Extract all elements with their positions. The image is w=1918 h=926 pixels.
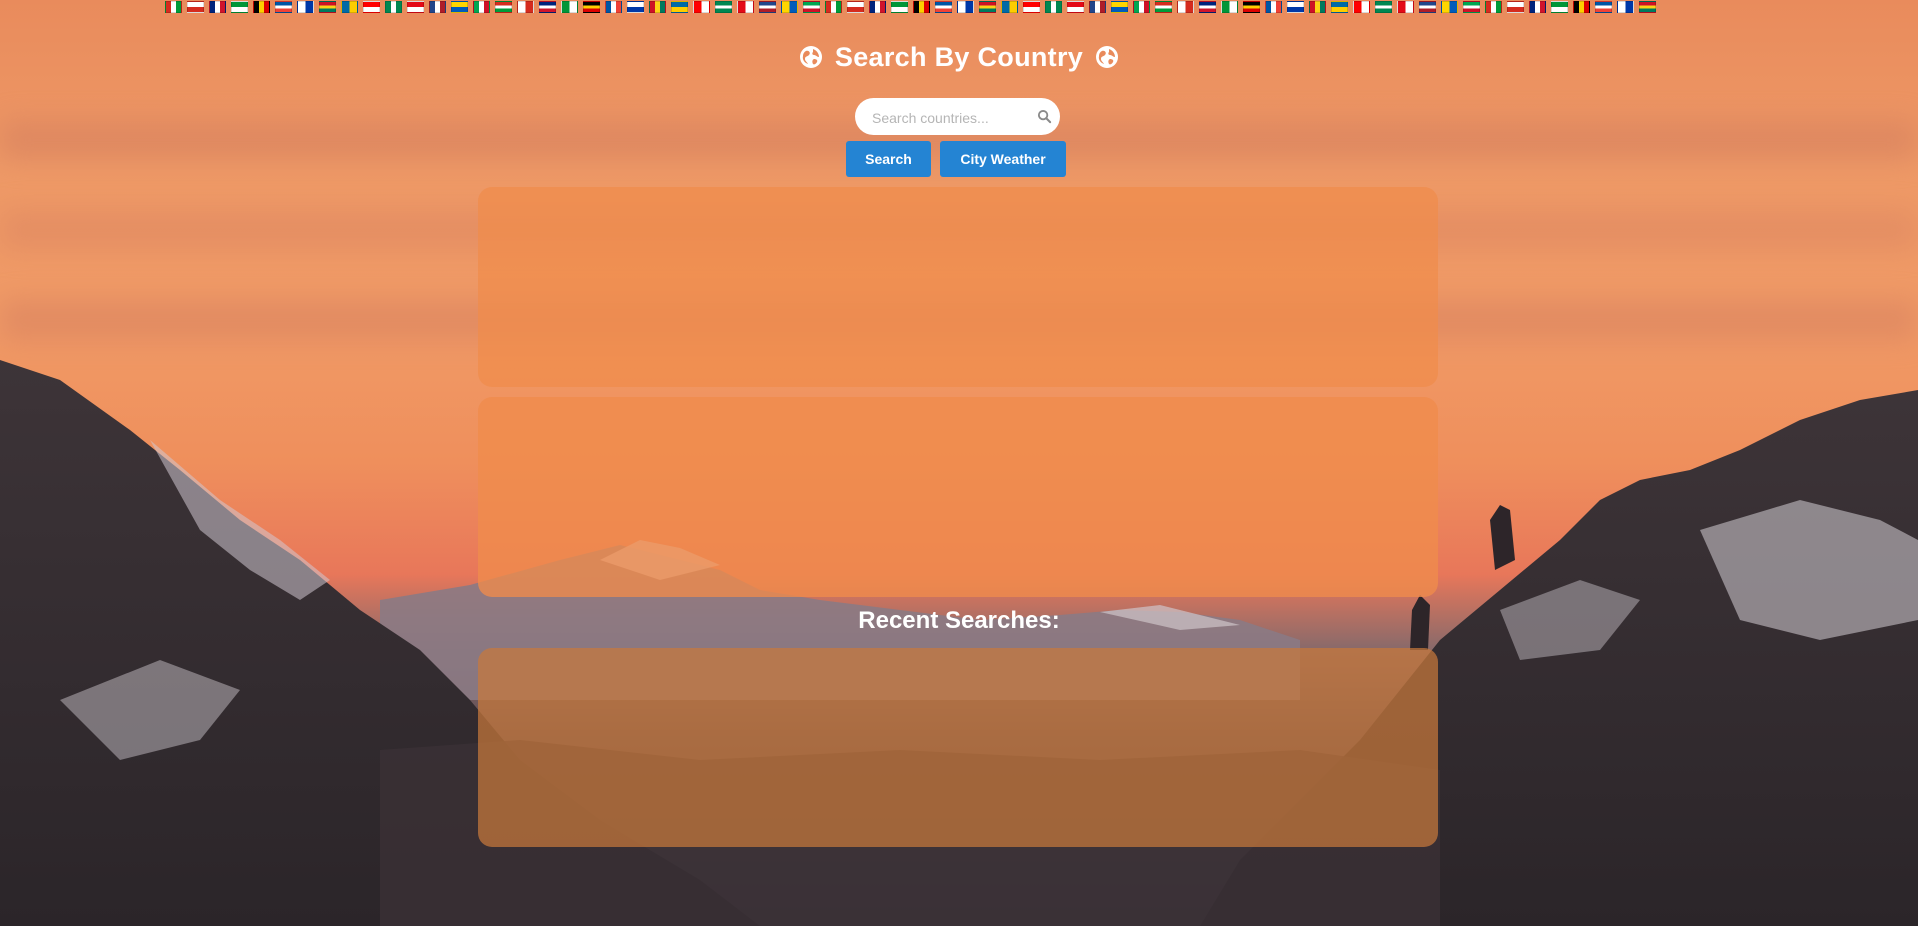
country-flag-icon <box>1133 1 1150 13</box>
country-flag-icon <box>715 1 732 13</box>
search-icon[interactable] <box>1037 109 1052 124</box>
country-flag-icon <box>1441 1 1458 13</box>
country-flag-icon <box>1551 1 1568 13</box>
weather-info-panel <box>478 397 1438 597</box>
country-flag-icon <box>1617 1 1634 13</box>
country-flag-icon <box>297 1 314 13</box>
country-flag-icon <box>825 1 842 13</box>
country-flag-icon <box>1485 1 1502 13</box>
country-info-panel <box>478 187 1438 387</box>
globe-icon <box>1095 46 1118 68</box>
country-flag-icon <box>1507 1 1524 13</box>
country-flag-icon <box>935 1 952 13</box>
search-button[interactable]: Search <box>846 141 931 177</box>
country-flag-icon <box>803 1 820 13</box>
country-flag-icon <box>1397 1 1414 13</box>
country-flag-icon <box>319 1 336 13</box>
country-flag-icon <box>1375 1 1392 13</box>
country-flag-icon <box>891 1 908 13</box>
flag-strip <box>165 1 1745 15</box>
country-flag-icon <box>1309 1 1326 13</box>
country-flag-icon <box>1463 1 1480 13</box>
country-flag-icon <box>187 1 204 13</box>
country-flag-icon <box>209 1 226 13</box>
country-flag-icon <box>1287 1 1304 13</box>
country-flag-icon <box>1177 1 1194 13</box>
country-flag-icon <box>693 1 710 13</box>
country-flag-icon <box>583 1 600 13</box>
country-flag-icon <box>1111 1 1128 13</box>
country-flag-icon <box>517 1 534 13</box>
country-flag-icon <box>957 1 974 13</box>
search-input[interactable] <box>870 98 1034 137</box>
country-flag-icon <box>495 1 512 13</box>
recent-searches-panel <box>478 648 1438 847</box>
country-flag-icon <box>1155 1 1172 13</box>
country-flag-icon <box>473 1 490 13</box>
country-flag-icon <box>407 1 424 13</box>
country-flag-icon <box>847 1 864 13</box>
country-flag-icon <box>1001 1 1018 13</box>
country-flag-icon <box>1353 1 1370 13</box>
country-flag-icon <box>1023 1 1040 13</box>
country-flag-icon <box>781 1 798 13</box>
country-flag-icon <box>1331 1 1348 13</box>
country-flag-icon <box>979 1 996 13</box>
country-flag-icon <box>1221 1 1238 13</box>
country-flag-icon <box>1089 1 1106 13</box>
country-flag-icon <box>1529 1 1546 13</box>
country-flag-icon <box>451 1 468 13</box>
country-flag-icon <box>165 1 182 13</box>
country-flag-icon <box>1573 1 1590 13</box>
country-flag-icon <box>627 1 644 13</box>
search-box <box>855 98 1060 137</box>
globe-icon <box>800 46 823 68</box>
country-flag-icon <box>605 1 622 13</box>
country-flag-icon <box>1045 1 1062 13</box>
country-flag-icon <box>1199 1 1216 13</box>
city-weather-button[interactable]: City Weather <box>940 141 1066 177</box>
country-flag-icon <box>1265 1 1282 13</box>
country-flag-icon <box>1595 1 1612 13</box>
country-flag-icon <box>275 1 292 13</box>
country-flag-icon <box>1419 1 1436 13</box>
page-title: Search By Country <box>0 42 1918 73</box>
country-flag-icon <box>1243 1 1260 13</box>
country-flag-icon <box>231 1 248 13</box>
country-flag-icon <box>913 1 930 13</box>
country-flag-icon <box>649 1 666 13</box>
country-flag-icon <box>759 1 776 13</box>
country-flag-icon <box>341 1 358 13</box>
country-flag-icon <box>385 1 402 13</box>
country-flag-icon <box>253 1 270 13</box>
country-flag-icon <box>363 1 380 13</box>
country-flag-icon <box>561 1 578 13</box>
country-flag-icon <box>671 1 688 13</box>
country-flag-icon <box>539 1 556 13</box>
recent-searches-title: Recent Searches: <box>858 607 1060 634</box>
country-flag-icon <box>429 1 446 13</box>
page-title-text: Search By Country <box>834 42 1084 72</box>
country-flag-icon <box>869 1 886 13</box>
country-flag-icon <box>737 1 754 13</box>
country-flag-icon <box>1067 1 1084 13</box>
country-flag-icon <box>1639 1 1656 13</box>
